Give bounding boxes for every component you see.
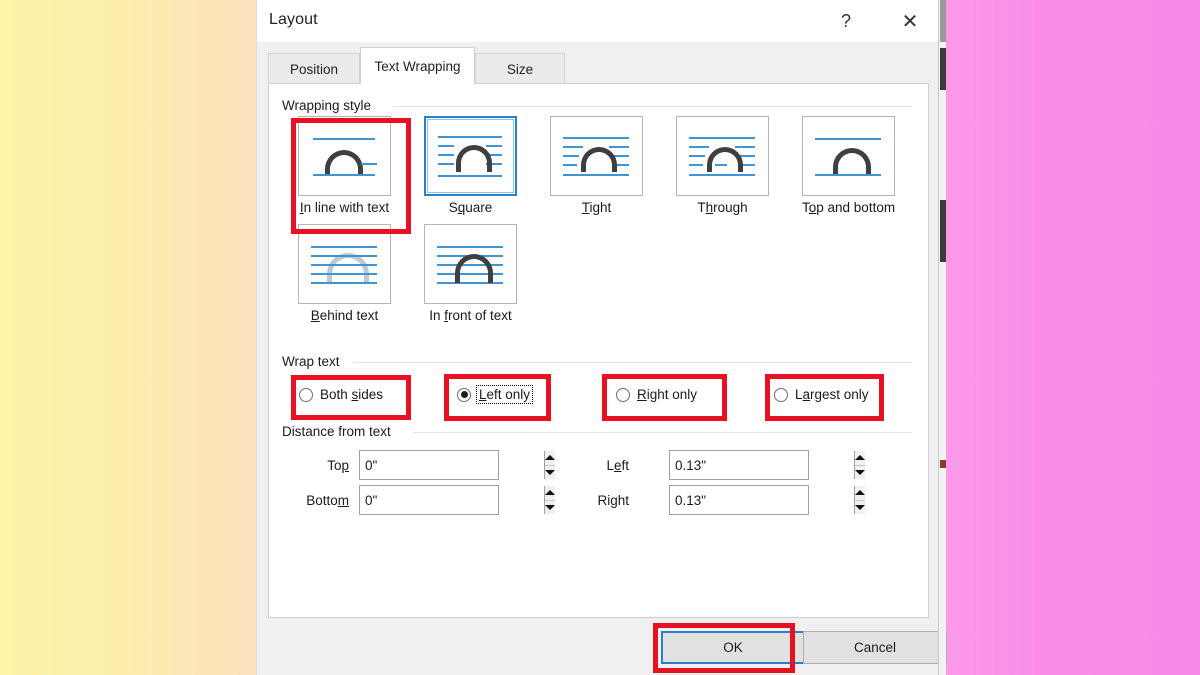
group-label-wrapping-style: Wrapping style [282,98,377,113]
group-rule-wrapping-style [393,106,912,107]
wrapping-style-label[interactable]: Tight [550,200,643,215]
wrapping-style-label[interactable]: Square [424,200,517,215]
group-label-distance-from-text: Distance from text [282,424,397,439]
tab-strip: Position Text Wrapping Size [257,42,945,84]
wrapping-style-label[interactable]: Behind text [298,308,391,323]
spinner-right[interactable] [669,485,809,515]
wrapping-style-through[interactable]: Through [676,116,769,215]
spinner-right-down-icon[interactable] [855,501,865,515]
window-right-edge-scrollbar[interactable] [938,0,946,675]
input-top[interactable] [360,451,544,479]
radio-largest-only-indicator[interactable] [774,388,788,402]
input-bottom[interactable] [360,486,544,514]
label-top: Top [284,458,349,473]
spinner-left-up-icon[interactable] [855,451,865,466]
spinner-left-down-icon[interactable] [855,466,865,480]
background-left-gradient [0,0,256,675]
wrapping-style-label[interactable]: In front of text [424,308,517,323]
wrapping-style-top-and-bottom[interactable]: Top and bottom [802,116,895,215]
help-icon[interactable]: ? [823,0,869,42]
label-left: Left [554,458,629,473]
close-icon[interactable]: ✕ [887,0,933,42]
spinner-left[interactable] [669,450,809,480]
icon-square[interactable] [424,116,517,196]
icon-through[interactable] [676,116,769,196]
spinner-right-up-icon[interactable] [855,486,865,501]
radio-largest-only-label[interactable]: Largest only [795,387,869,402]
wrapping-style-label[interactable]: Top and bottom [802,200,895,215]
radio-left-only[interactable]: Left only [457,387,531,402]
layout-dialog: Layout ? ✕ Position Text Wrapping Size W… [256,0,944,675]
cancel-button[interactable]: Cancel [803,631,947,664]
radio-right-only[interactable]: Right only [616,387,697,402]
label-bottom: Bottom [284,493,349,508]
tab-size[interactable]: Size [475,53,565,84]
radio-right-only-indicator[interactable] [616,388,630,402]
group-rule-distance-from-text [413,432,912,433]
wrapping-style-tight[interactable]: Tight [550,116,643,215]
spinner-top[interactable] [359,450,499,480]
tab-position[interactable]: Position [268,53,360,84]
radio-left-only-label[interactable]: Left only [478,387,531,402]
label-right: Right [554,493,629,508]
group-label-wrap-text: Wrap text [282,354,346,369]
icon-behind-text[interactable] [298,224,391,304]
radio-largest-only[interactable]: Largest only [774,387,869,402]
input-left[interactable] [670,451,854,479]
icon-in-line-with-text[interactable] [298,116,391,196]
icon-in-front-of-text[interactable] [424,224,517,304]
wrapping-style-in-front-of-text[interactable]: In front of text [424,224,517,323]
group-rule-wrap-text [354,362,912,363]
text-wrapping-panel: Wrapping style In line with text [268,83,929,618]
dialog-title: Layout [269,11,318,29]
radio-right-only-label[interactable]: Right only [637,387,697,402]
radio-both-sides-indicator[interactable] [299,388,313,402]
radio-left-only-indicator[interactable] [457,388,471,402]
wrapping-style-square[interactable]: Square [424,116,517,215]
wrapping-style-label[interactable]: In line with text [298,200,391,215]
icon-top-and-bottom[interactable] [802,116,895,196]
wrapping-style-in-line-with-text[interactable]: In line with text [298,116,391,215]
screenshot-root: Layout ? ✕ Position Text Wrapping Size W… [0,0,1200,675]
dialog-titlebar: Layout ? ✕ [257,0,945,42]
ok-button[interactable]: OK [661,631,805,664]
tab-text-wrapping[interactable]: Text Wrapping [360,47,475,84]
wrapping-style-behind-text[interactable]: Behind text [298,224,391,323]
radio-both-sides-label[interactable]: Both sides [320,387,383,402]
input-right[interactable] [670,486,854,514]
background-right-gradient [940,0,1200,675]
radio-both-sides[interactable]: Both sides [299,387,383,402]
wrapping-style-label[interactable]: Through [676,200,769,215]
icon-tight[interactable] [550,116,643,196]
spinner-bottom[interactable] [359,485,499,515]
